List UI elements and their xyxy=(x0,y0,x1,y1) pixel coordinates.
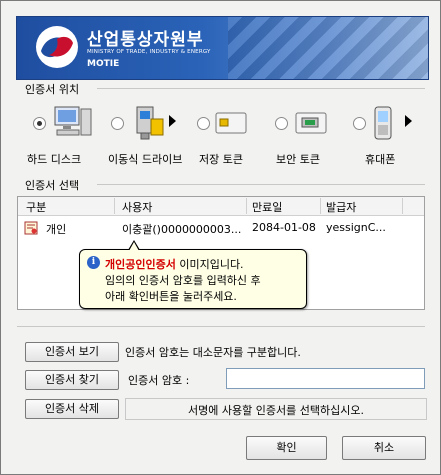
storage-token-icon xyxy=(215,112,247,134)
location-option-hard-disk[interactable] xyxy=(31,105,111,145)
location-option-storage-token[interactable] xyxy=(195,105,275,145)
find-certificate-button[interactable]: 인증서 찾기 xyxy=(25,370,119,390)
storage-token-radio[interactable] xyxy=(197,117,210,130)
tooltip-line-2: 임의의 인증서 암호를 입력하신 후 xyxy=(105,274,261,287)
tooltip-line-1: 개인공인인증서 이미지입니다. xyxy=(105,256,244,272)
security-token-radio[interactable] xyxy=(275,117,288,130)
removable-drive-arrow-icon[interactable] xyxy=(169,115,176,127)
cell-expiry: 2084-01-08 xyxy=(252,221,316,234)
hard-disk-label: 하드 디스크 xyxy=(27,153,82,166)
location-option-security-token[interactable] xyxy=(273,105,353,145)
org-abbreviation: MOTIE xyxy=(87,59,120,69)
org-name: 산업통상자원부 xyxy=(87,30,204,50)
storage-token-label: 저장 토큰 xyxy=(199,153,243,166)
selection-section-title: 인증서 선택 xyxy=(25,179,80,192)
table-row[interactable]: 개인 이충괄()0000000003... 2084-01-08 yessign… xyxy=(18,219,424,237)
cancel-button[interactable]: 취소 xyxy=(342,436,426,460)
column-header-expiry[interactable]: 만료일 xyxy=(252,199,282,215)
cell-type: 개인 xyxy=(46,223,67,236)
removable-drive-label: 이동식 드라이브 xyxy=(108,153,183,166)
keyboard-background-image xyxy=(228,17,428,79)
password-label: 인증서 암호 : xyxy=(128,374,190,387)
column-header-issuer[interactable]: 발급자 xyxy=(326,199,356,215)
mobile-phone-arrow-icon[interactable] xyxy=(405,115,412,127)
ministry-banner: 산업통상자원부 MINISTRY OF TRADE, INDUSTRY & EN… xyxy=(16,16,429,80)
status-text: 서명에 사용할 인증서를 선택하십시오. xyxy=(188,404,364,417)
location-section-title: 인증서 위치 xyxy=(25,83,80,96)
tooltip-line-3: 아래 확인버튼을 눌러주세요. xyxy=(105,290,237,303)
removable-drive-radio[interactable] xyxy=(111,117,124,130)
divider xyxy=(97,88,425,89)
computer-icon xyxy=(54,106,92,136)
location-option-removable-drive[interactable] xyxy=(109,105,189,145)
column-header-type[interactable]: 구분 xyxy=(26,199,46,215)
divider xyxy=(17,326,425,327)
divider xyxy=(97,184,425,185)
org-english-name: MINISTRY OF TRADE, INDUSTRY & ENERGY xyxy=(87,49,211,55)
certificate-dialog: 산업통상자원부 MINISTRY OF TRADE, INDUSTRY & EN… xyxy=(0,0,441,475)
column-header-user[interactable]: 사용자 xyxy=(122,199,152,215)
hard-disk-radio[interactable] xyxy=(33,117,46,130)
cell-issuer: yessignC... xyxy=(326,221,386,234)
mobile-phone-label: 휴대폰 xyxy=(365,153,396,166)
security-token-label: 보안 토큰 xyxy=(276,153,320,166)
ministry-logo-icon xyxy=(36,26,78,68)
password-input[interactable] xyxy=(226,368,425,389)
tooltip-highlight: 개인공인인증서 xyxy=(105,258,176,271)
tooltip-line-1-rest: 이미지입니다. xyxy=(175,258,244,271)
status-box: 서명에 사용할 인증서를 선택하십시오. xyxy=(125,398,427,420)
column-divider[interactable] xyxy=(114,198,115,214)
column-divider[interactable] xyxy=(402,198,403,214)
location-option-mobile-phone[interactable] xyxy=(351,105,431,145)
mobile-phone-icon xyxy=(374,106,392,140)
column-divider[interactable] xyxy=(320,198,321,214)
info-tooltip: i 개인공인인증서 이미지입니다. 임의의 인증서 암호를 입력하신 후 아래 … xyxy=(79,240,307,309)
mobile-phone-radio[interactable] xyxy=(353,117,366,130)
usb-drive-icon xyxy=(136,106,164,140)
security-token-icon xyxy=(295,112,327,134)
case-sensitivity-note: 인증서 암호는 대소문자를 구분합니다. xyxy=(125,346,301,359)
view-certificate-button[interactable]: 인증서 보기 xyxy=(25,342,119,362)
cell-user: 이충괄()0000000003... xyxy=(122,223,242,236)
tooltip-tail xyxy=(129,242,139,251)
table-header: 구분 사용자 만료일 발급자 xyxy=(18,197,424,216)
certificate-icon xyxy=(24,221,38,235)
ok-button[interactable]: 확인 xyxy=(246,436,327,460)
column-divider[interactable] xyxy=(246,198,247,214)
info-icon: i xyxy=(87,256,100,269)
delete-certificate-button[interactable]: 인증서 삭제 xyxy=(25,399,119,419)
